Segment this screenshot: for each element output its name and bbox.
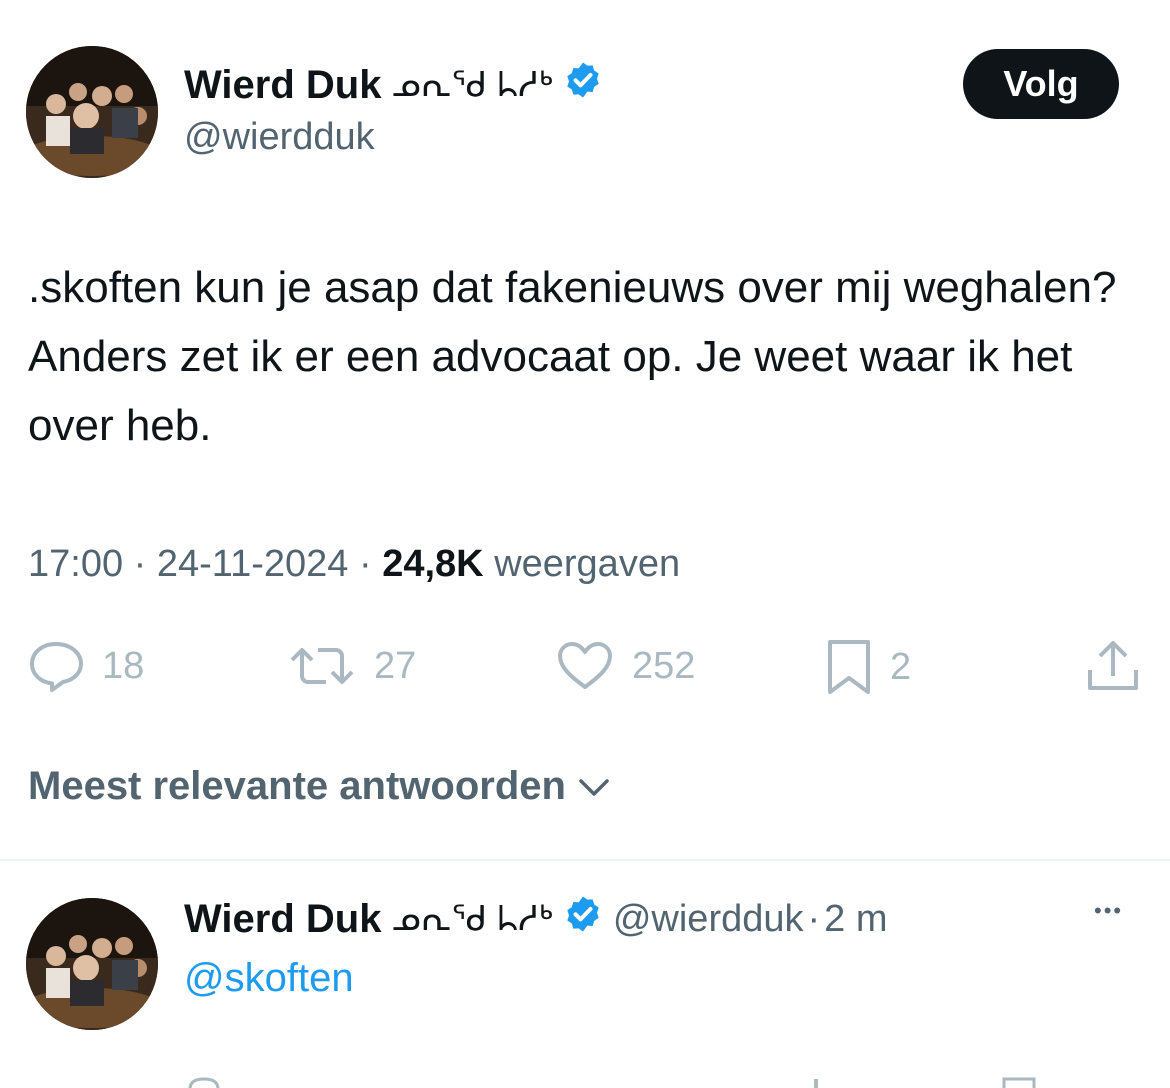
views-label: weergaven xyxy=(494,543,681,585)
bookmark-icon xyxy=(826,638,872,696)
retweet-action[interactable]: 27 xyxy=(288,640,416,692)
verified-badge-icon[interactable] xyxy=(563,894,603,944)
replies-sort-label: Meest relevante antwoorden xyxy=(28,764,566,808)
share-icon xyxy=(1086,638,1140,694)
author-handle[interactable]: @wierdduk xyxy=(184,116,375,159)
follow-button[interactable]: Volg xyxy=(963,49,1119,119)
bookmark-action[interactable]: 2 xyxy=(826,638,911,696)
tweet-meta: 17:00 · 24-11-2024 · 24,8K weergaven xyxy=(28,543,680,586)
heart-icon xyxy=(556,640,614,692)
replies-sort-dropdown[interactable]: Meest relevante antwoorden xyxy=(28,764,610,809)
author-name[interactable]: Wierd Duk xyxy=(184,63,381,108)
meta-separator-2: · xyxy=(359,543,383,585)
tweet-time[interactable]: 17:00 xyxy=(28,543,123,585)
author-avatar[interactable] xyxy=(26,46,158,178)
reply-author-row: Wierd Duk ᓄᕆᖁ ᖺᓱᒃ @wierdduk · 2 m xyxy=(184,894,888,944)
like-count: 252 xyxy=(632,644,696,687)
reply-author-handle[interactable]: @wierdduk xyxy=(613,898,804,941)
reply-author-avatar[interactable] xyxy=(26,898,158,1030)
reply-mention-link[interactable]: @skoften xyxy=(184,956,354,1001)
more-options-icon[interactable]: ••• xyxy=(1094,898,1123,924)
bookmark-count: 2 xyxy=(890,645,912,688)
tweet-date[interactable]: 24-11-2024 xyxy=(157,543,349,585)
like-action[interactable]: 252 xyxy=(556,640,695,692)
reply-actions-partial xyxy=(184,1076,1144,1088)
verified-badge-icon[interactable] xyxy=(563,60,603,110)
author-name-glyphs: ᓄᕆᖁ ᖺᓱᒃ xyxy=(391,65,553,105)
reply-age[interactable]: 2 m xyxy=(824,898,887,941)
reply-action[interactable]: 18 xyxy=(28,640,144,692)
reply-icon xyxy=(28,640,84,692)
share-action[interactable] xyxy=(1086,638,1140,694)
reply-count: 18 xyxy=(102,644,145,687)
reply-author-name[interactable]: Wierd Duk xyxy=(184,897,381,942)
meta-separator-1: · xyxy=(133,543,157,585)
chevron-down-icon xyxy=(578,764,610,809)
retweet-count: 27 xyxy=(374,644,417,687)
section-divider xyxy=(0,859,1170,861)
tweet-text: .skoften kun je asap dat fakenieuws over… xyxy=(28,263,1117,450)
reply-separator: · xyxy=(807,897,821,940)
retweet-icon xyxy=(288,640,356,692)
views-count: 24,8K xyxy=(382,543,484,585)
author-name-row: Wierd Duk ᓄᕆᖁ ᖺᓱᒃ xyxy=(184,60,603,110)
reply-author-glyphs: ᓄᕆᖁ ᖺᓱᒃ xyxy=(391,899,553,939)
